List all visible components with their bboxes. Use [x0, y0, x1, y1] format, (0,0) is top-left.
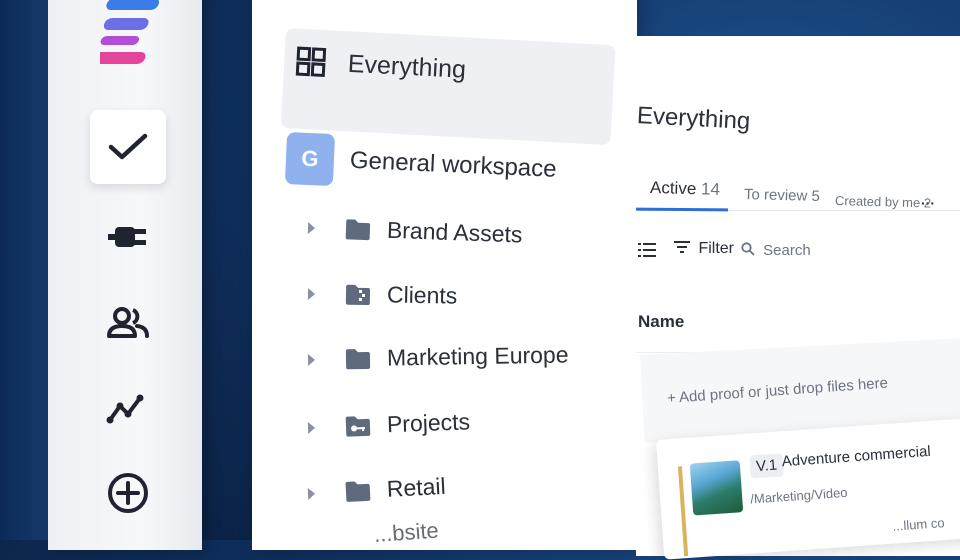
rail-item-integrations[interactable]	[90, 200, 166, 274]
rail-item-team[interactable]	[90, 286, 166, 360]
tab-label: Active	[649, 178, 697, 199]
expand-caret-icon[interactable]	[307, 421, 316, 434]
workspace-avatar: G	[284, 132, 336, 187]
tree-folder-website[interactable]: ...bsite	[373, 518, 439, 548]
search-placeholder: Search	[763, 242, 811, 259]
expand-caret-icon[interactable]	[307, 287, 316, 300]
tree-folder-marketing-europe[interactable]: Marketing Europe	[307, 341, 569, 373]
tab-count: 5	[811, 187, 821, 205]
more-tabs-button[interactable]: ···	[921, 195, 935, 211]
search-icon	[741, 242, 755, 256]
card-status-bar	[677, 466, 689, 557]
proof-card[interactable]: V.1 Adventure commercial /Marketing/Vide…	[656, 417, 960, 560]
zip-folder-icon	[345, 284, 371, 305]
card-overflow-text: ...llum co	[892, 515, 946, 534]
tab-created-by-me[interactable]: Created by me 2	[835, 193, 931, 211]
add-circle-icon	[108, 473, 148, 513]
workspace-label: General workspace	[349, 146, 558, 183]
tree-folder-clients[interactable]: Clients	[307, 280, 458, 310]
folder-icon	[345, 218, 371, 240]
expand-caret-icon[interactable]	[307, 221, 316, 234]
app-logo	[100, 0, 160, 64]
tab-count: 14	[700, 179, 721, 199]
list-view-icon[interactable]	[638, 242, 656, 258]
expand-caret-icon[interactable]	[307, 353, 316, 366]
video-thumbnail[interactable]	[689, 460, 744, 516]
rail-item-add[interactable]	[90, 456, 166, 530]
version-badge: V.1	[749, 453, 784, 479]
search-input[interactable]: Search	[741, 242, 811, 259]
filter-label: Filter	[698, 240, 735, 257]
folder-label: Marketing Europe	[386, 341, 569, 371]
folder-icon	[345, 481, 371, 502]
column-header-name[interactable]: Name	[638, 312, 684, 332]
tree-item-everything-bg[interactable]	[280, 28, 616, 146]
folder-label: Projects	[386, 408, 471, 438]
folder-icon	[345, 348, 371, 369]
folder-label: Clients	[386, 281, 458, 309]
folder-label: Brand Assets	[386, 216, 523, 248]
rail-item-analytics[interactable]	[90, 372, 166, 446]
card-title[interactable]: Adventure commercial	[781, 443, 931, 470]
rail-item-approvals[interactable]	[90, 110, 166, 184]
folder-label: Retail	[386, 472, 447, 502]
folder-label: ...bsite	[373, 517, 440, 547]
tree-item-everything-label: Everything	[347, 49, 467, 84]
filter-button[interactable]: Filter	[674, 240, 734, 258]
analytics-icon	[106, 394, 144, 424]
expand-caret-icon[interactable]	[307, 487, 316, 500]
checkmark-icon	[108, 133, 148, 160]
page-title: Everything	[636, 102, 751, 135]
tab-label: Created by me	[834, 193, 921, 211]
tab-active[interactable]: Active 14	[650, 178, 720, 200]
locked-folder-icon	[345, 415, 371, 437]
tab-to-review[interactable]: To review 5	[744, 186, 820, 205]
tree-folder-projects[interactable]: Projects	[307, 408, 471, 441]
users-icon	[107, 307, 149, 338]
plug-icon	[108, 227, 146, 247]
desktop-background	[0, 0, 48, 540]
grid-icon	[295, 46, 327, 78]
filter-icon	[674, 241, 690, 253]
tab-label: To review	[743, 186, 808, 205]
card-path: /Marketing/Video	[749, 484, 848, 507]
